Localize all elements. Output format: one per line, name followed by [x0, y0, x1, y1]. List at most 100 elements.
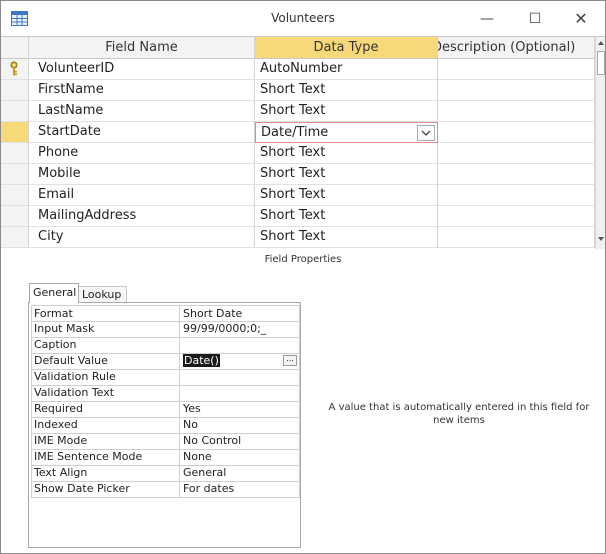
property-value[interactable]: [179, 369, 300, 386]
chevron-down-icon: [421, 130, 431, 136]
property-row[interactable]: Format Short Date: [31, 305, 300, 322]
data-type-cell[interactable]: Short Text: [255, 101, 438, 122]
property-name: Caption: [31, 337, 179, 354]
table-row[interactable]: City Short Text: [1, 227, 595, 248]
selected-text: Date(): [183, 354, 220, 367]
description-cell[interactable]: [438, 206, 595, 227]
data-type-cell[interactable]: Short Text: [255, 227, 438, 248]
table-row-selected[interactable]: StartDate Date/Time: [1, 122, 595, 143]
description-cell[interactable]: [438, 101, 595, 122]
data-type-cell[interactable]: Short Text: [255, 143, 438, 164]
description-cell[interactable]: [438, 80, 595, 101]
table-row[interactable]: MailingAddress Short Text: [1, 206, 595, 227]
primary-key-icon: [10, 61, 18, 76]
property-row[interactable]: Caption: [31, 337, 300, 354]
property-row[interactable]: Show Date Picker For dates: [31, 481, 300, 498]
property-value[interactable]: For dates: [179, 481, 300, 498]
property-row[interactable]: Validation Rule: [31, 369, 300, 386]
property-value[interactable]: None: [179, 449, 300, 466]
property-name: Validation Text: [31, 385, 179, 402]
field-name-cell[interactable]: Email: [29, 185, 255, 206]
property-name: IME Sentence Mode: [31, 449, 179, 466]
dropdown-button[interactable]: [417, 125, 435, 141]
property-row[interactable]: IME Mode No Control: [31, 433, 300, 450]
property-row-active[interactable]: Default Value Date() ...: [31, 353, 300, 370]
grid-header: Field Name Data Type Description (Option…: [1, 37, 595, 59]
property-row[interactable]: Indexed No: [31, 417, 300, 434]
tab-lookup[interactable]: Lookup: [79, 286, 127, 302]
row-selector[interactable]: [1, 227, 29, 248]
property-value[interactable]: Yes: [179, 401, 300, 418]
description-cell[interactable]: [438, 122, 595, 143]
description-cell[interactable]: [438, 164, 595, 185]
row-selector[interactable]: [1, 164, 29, 185]
row-selector[interactable]: [1, 101, 29, 122]
row-selector[interactable]: [1, 185, 29, 206]
table-row[interactable]: LastName Short Text: [1, 101, 595, 122]
row-selector[interactable]: [1, 80, 29, 101]
scrollbar-thumb[interactable]: [597, 51, 605, 75]
title-bar: Volunteers — ☐ ✕: [1, 1, 605, 37]
table-design-window: Volunteers — ☐ ✕ Field Name Data Type De…: [0, 0, 606, 554]
data-type-cell[interactable]: Short Text: [255, 164, 438, 185]
header-field-name[interactable]: Field Name: [29, 37, 255, 59]
table-row[interactable]: Mobile Short Text: [1, 164, 595, 185]
property-value[interactable]: [179, 385, 300, 402]
property-value[interactable]: No: [179, 417, 300, 434]
header-data-type[interactable]: Data Type: [255, 37, 438, 59]
data-type-dropdown[interactable]: Date/Time: [255, 122, 438, 143]
property-value[interactable]: General: [179, 465, 300, 482]
property-name: Text Align: [31, 465, 179, 482]
description-cell[interactable]: [438, 143, 595, 164]
table-row[interactable]: VolunteerID AutoNumber: [1, 59, 595, 80]
table-row[interactable]: Email Short Text: [1, 185, 595, 206]
select-all-corner[interactable]: [1, 37, 29, 59]
field-name-cell[interactable]: Mobile: [29, 164, 255, 185]
field-name-cell[interactable]: MailingAddress: [29, 206, 255, 227]
maximize-button[interactable]: ☐: [515, 7, 555, 31]
table-row[interactable]: Phone Short Text: [1, 143, 595, 164]
property-value[interactable]: No Control: [179, 433, 300, 450]
property-value[interactable]: 99/99/0000;0;_: [179, 321, 300, 338]
property-name: Default Value: [31, 353, 179, 370]
row-selector[interactable]: [1, 143, 29, 164]
property-row[interactable]: Text Align General: [31, 465, 300, 482]
vertical-scrollbar[interactable]: [595, 37, 605, 249]
property-value[interactable]: Short Date: [179, 305, 300, 322]
field-name-cell[interactable]: Phone: [29, 143, 255, 164]
data-type-cell[interactable]: AutoNumber: [255, 59, 438, 80]
description-cell[interactable]: [438, 227, 595, 248]
data-type-cell[interactable]: Short Text: [255, 185, 438, 206]
property-name: Indexed: [31, 417, 179, 434]
property-row[interactable]: Validation Text: [31, 385, 300, 402]
tab-general[interactable]: General: [29, 283, 79, 303]
property-row[interactable]: IME Sentence Mode None: [31, 449, 300, 466]
field-name-cell[interactable]: FirstName: [29, 80, 255, 101]
field-name-cell[interactable]: City: [29, 227, 255, 248]
field-properties-panel: Format Short Date Input Mask 99/99/0000;…: [28, 302, 301, 548]
row-selector-active[interactable]: [1, 122, 29, 143]
property-name: Validation Rule: [31, 369, 179, 386]
default-value-input[interactable]: Date() ...: [179, 353, 300, 370]
data-type-cell[interactable]: Short Text: [255, 80, 438, 101]
property-name: IME Mode: [31, 433, 179, 450]
row-selector[interactable]: [1, 206, 29, 227]
description-cell[interactable]: [438, 185, 595, 206]
field-design-grid: Field Name Data Type Description (Option…: [1, 37, 605, 249]
table-row[interactable]: FirstName Short Text: [1, 80, 595, 101]
scroll-down-arrow-icon[interactable]: [596, 233, 606, 245]
property-value[interactable]: [179, 337, 300, 354]
scroll-up-arrow-icon[interactable]: [596, 37, 606, 49]
property-row[interactable]: Input Mask 99/99/0000;0;_: [31, 321, 300, 338]
data-type-cell[interactable]: Short Text: [255, 206, 438, 227]
field-name-cell[interactable]: LastName: [29, 101, 255, 122]
row-selector[interactable]: [1, 59, 29, 80]
description-cell[interactable]: [438, 59, 595, 80]
field-name-cell[interactable]: StartDate: [29, 122, 255, 143]
minimize-button[interactable]: —: [467, 7, 507, 31]
field-name-cell[interactable]: VolunteerID: [29, 59, 255, 80]
close-button[interactable]: ✕: [561, 7, 601, 31]
expression-builder-button[interactable]: ...: [283, 355, 297, 366]
header-description[interactable]: Description (Optional): [438, 37, 595, 59]
property-row[interactable]: Required Yes: [31, 401, 300, 418]
